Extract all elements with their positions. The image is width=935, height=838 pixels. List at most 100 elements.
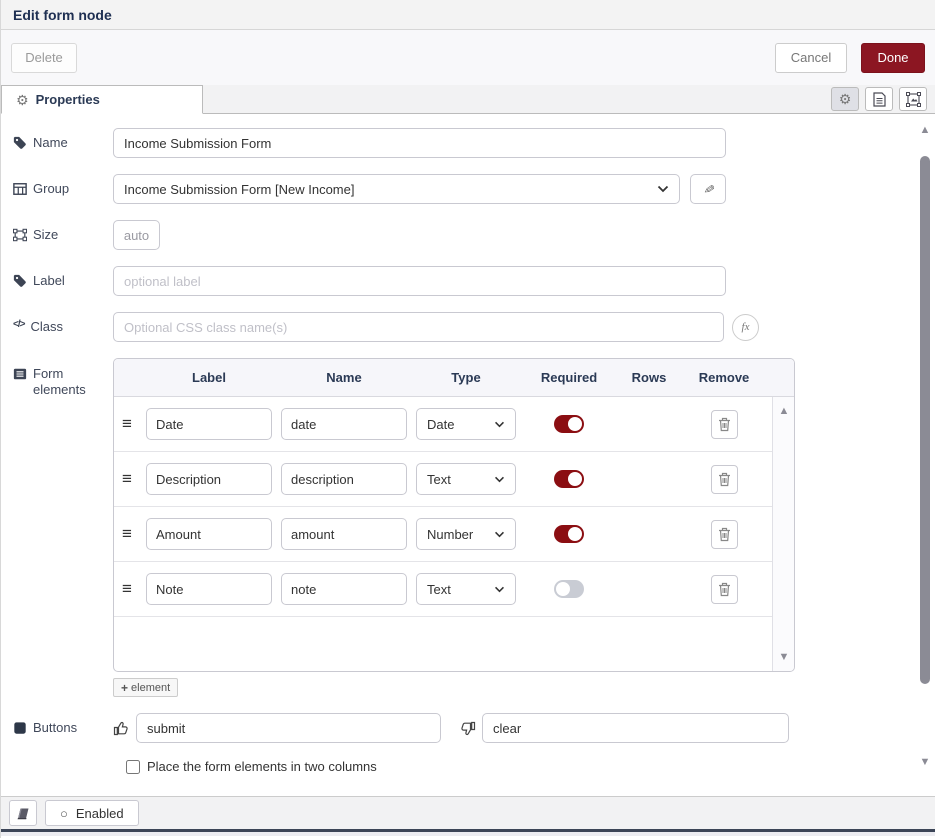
group-field-label: Group (13, 180, 113, 197)
document-icon (873, 92, 886, 107)
group-field-row: Group Income Submission Form [New Income… (13, 174, 935, 204)
table-scrollbar[interactable]: ▲ ▼ (772, 397, 794, 671)
element-label-input[interactable] (146, 573, 272, 605)
tab-icon-group: ⚙ (831, 87, 927, 111)
name-field-label: Name (13, 134, 113, 151)
element-type-select[interactable]: Text (416, 463, 516, 495)
tag-icon (13, 136, 27, 150)
name-input[interactable] (113, 128, 726, 158)
scrollbar-thumb[interactable] (920, 156, 930, 684)
drag-handle-icon[interactable]: ≡ (122, 414, 146, 434)
element-type-select[interactable]: Text (416, 573, 516, 605)
scroll-down-icon[interactable]: ▼ (773, 651, 795, 663)
group-select[interactable]: Income Submission Form [New Income] (113, 174, 680, 204)
enabled-label: Enabled (76, 806, 124, 821)
label-field-row: Label (13, 266, 935, 296)
form-elements-field-row: Form elements Label Name Type Required R… (13, 358, 935, 697)
plus-icon: + (121, 681, 128, 695)
col-header-remove: Remove (689, 370, 759, 385)
two-columns-checkbox[interactable] (126, 760, 140, 774)
scroll-up-icon[interactable]: ▲ (918, 124, 932, 136)
dialog-toolbar: Delete Cancel Done (1, 30, 935, 85)
trash-icon (718, 417, 731, 432)
delete-element-button[interactable] (711, 575, 738, 604)
element-type-select[interactable]: Number (416, 518, 516, 550)
class-field-row: </> Class fx (13, 312, 935, 342)
size-field-label: Size (13, 226, 113, 243)
element-name-input[interactable] (281, 573, 407, 605)
pencil-icon: ✎ (699, 182, 717, 196)
size-field-row: Size auto (13, 220, 935, 250)
tab-description-icon-button[interactable] (865, 87, 893, 111)
name-field-row: Name (13, 128, 935, 158)
delete-element-button[interactable] (711, 465, 738, 494)
form-element-row-date: ≡ Date (114, 397, 794, 452)
add-element-button[interactable]: + element (113, 678, 178, 697)
element-name-input[interactable] (281, 463, 407, 495)
code-icon: </> (13, 319, 24, 330)
book-icon (16, 807, 30, 820)
scroll-down-icon[interactable]: ▼ (918, 756, 932, 768)
required-toggle[interactable] (554, 415, 584, 433)
appearance-frame-icon (906, 92, 921, 107)
chevron-down-icon (657, 185, 669, 193)
form-element-row-description: ≡ Text (114, 452, 794, 507)
delete-element-button[interactable] (711, 520, 738, 549)
col-header-label: Label (146, 370, 272, 385)
edit-group-button[interactable]: ✎ (690, 174, 726, 204)
delete-button[interactable]: Delete (11, 43, 77, 73)
size-button[interactable]: auto (113, 220, 160, 250)
form-elements-table: Label Name Type Required Rows Remove ≡ (113, 358, 795, 672)
node-enabled-toggle-button[interactable]: ○ Enabled (45, 800, 139, 826)
required-toggle[interactable] (554, 525, 584, 543)
gear-icon: ⚙ (16, 93, 29, 107)
editor-tabbar: ⚙ Properties ⚙ (1, 85, 935, 114)
two-columns-label: Place the form elements in two columns (147, 759, 377, 774)
submit-button-label-input[interactable] (136, 713, 441, 743)
required-toggle[interactable] (554, 470, 584, 488)
node-help-button[interactable] (9, 800, 37, 826)
label-input[interactable] (113, 266, 726, 296)
element-label-input[interactable] (146, 518, 272, 550)
delete-element-button[interactable] (711, 410, 738, 439)
form-elements-table-body: ≡ Date ≡ (114, 397, 794, 671)
trash-icon (718, 527, 731, 542)
col-header-name: Name (281, 370, 407, 385)
tab-properties[interactable]: ⚙ Properties (1, 85, 203, 114)
element-label-input[interactable] (146, 408, 272, 440)
dialog-footer: ○ Enabled (1, 796, 935, 832)
scroll-up-icon[interactable]: ▲ (773, 405, 795, 417)
col-header-rows: Rows (619, 370, 679, 385)
class-field-label: </> Class (13, 318, 113, 335)
tab-properties-label: Properties (36, 92, 100, 107)
element-type-select[interactable]: Date (416, 408, 516, 440)
gear-icon: ⚙ (839, 92, 852, 106)
element-label-input[interactable] (146, 463, 272, 495)
status-circle-icon: ○ (60, 807, 68, 820)
tag-icon (13, 274, 27, 288)
tab-properties-icon-button[interactable]: ⚙ (831, 87, 859, 111)
chevron-down-icon (494, 586, 505, 593)
two-columns-option-row: Place the form elements in two columns (126, 759, 935, 774)
form-elements-editor: Label Name Type Required Rows Remove ≡ (113, 358, 795, 697)
dialog-titlebar: Edit form node (1, 0, 935, 30)
trash-icon (718, 582, 731, 597)
element-name-input[interactable] (281, 518, 407, 550)
chevron-down-icon (494, 421, 505, 428)
fx-expression-button[interactable]: fx (732, 314, 759, 341)
drag-handle-icon[interactable]: ≡ (122, 579, 146, 599)
main-scrollbar[interactable]: ▲ ▼ (918, 124, 932, 786)
col-header-required: Required (529, 370, 609, 385)
element-name-input[interactable] (281, 408, 407, 440)
class-input[interactable] (113, 312, 724, 342)
drag-handle-icon[interactable]: ≡ (122, 524, 146, 544)
tab-appearance-icon-button[interactable] (899, 87, 927, 111)
required-toggle[interactable] (554, 580, 584, 598)
bottom-strip (1, 832, 935, 836)
cancel-button[interactable]: Cancel (775, 43, 847, 73)
clear-button-label-input[interactable] (482, 713, 789, 743)
form-elements-table-header: Label Name Type Required Rows Remove (114, 359, 794, 397)
col-header-type: Type (416, 370, 516, 385)
drag-handle-icon[interactable]: ≡ (122, 469, 146, 489)
done-button[interactable]: Done (861, 43, 925, 73)
